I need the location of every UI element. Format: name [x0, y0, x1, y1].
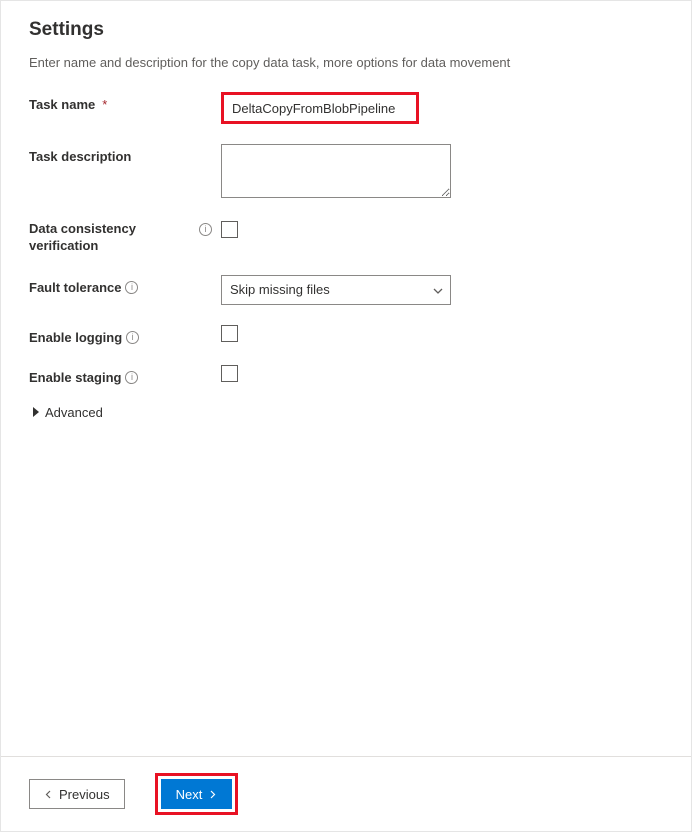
data-consistency-checkbox[interactable]: [221, 221, 238, 238]
previous-button[interactable]: Previous: [29, 779, 125, 809]
task-name-input[interactable]: [226, 97, 414, 119]
fault-tolerance-value: Skip missing files: [230, 282, 330, 297]
required-asterisk: *: [102, 97, 107, 112]
enable-staging-checkbox[interactable]: [221, 365, 238, 382]
enable-logging-checkbox[interactable]: [221, 325, 238, 342]
chevron-down-icon: [432, 285, 442, 295]
task-description-label: Task description: [29, 144, 199, 164]
caret-right-icon: [33, 407, 39, 417]
chevron-left-icon: [44, 790, 53, 799]
fault-tolerance-label: Fault tolerance i: [29, 275, 199, 295]
wizard-footer: Previous Next: [1, 756, 691, 831]
advanced-toggle[interactable]: Advanced: [33, 405, 663, 420]
info-icon[interactable]: i: [199, 223, 212, 236]
info-icon[interactable]: i: [125, 281, 138, 294]
enable-staging-label: Enable staging i: [29, 365, 199, 385]
next-highlight: Next: [155, 773, 239, 815]
info-icon[interactable]: i: [125, 371, 138, 384]
next-button[interactable]: Next: [161, 779, 233, 809]
info-icon[interactable]: i: [126, 331, 139, 344]
task-name-label: Task name*: [29, 92, 199, 112]
task-name-highlight: [221, 92, 419, 124]
task-description-input[interactable]: [221, 144, 451, 198]
previous-label: Previous: [59, 787, 110, 802]
fault-tolerance-select[interactable]: Skip missing files: [221, 275, 451, 305]
advanced-label: Advanced: [45, 405, 103, 420]
chevron-right-icon: [208, 790, 217, 799]
enable-logging-label: Enable logging i: [29, 325, 199, 345]
next-label: Next: [176, 787, 203, 802]
data-consistency-label: Data consistency verification: [29, 221, 199, 255]
page-subtitle: Enter name and description for the copy …: [29, 55, 663, 70]
page-title: Settings: [29, 19, 663, 41]
